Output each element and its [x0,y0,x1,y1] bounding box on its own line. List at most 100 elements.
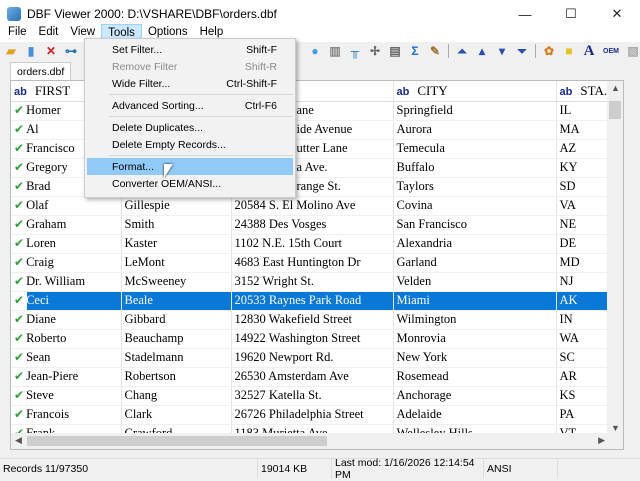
cell-city[interactable]: Wilmington [393,310,557,330]
clean-icon[interactable]: ✎ [428,44,442,58]
menu-item-set-filter[interactable]: Set Filter... Shift-F [87,41,293,58]
menu-item-wide-filter[interactable]: Wide Filter... Ctrl-Shift-F [87,75,293,92]
cell-city[interactable]: Monrovia [393,329,557,349]
cell-state[interactable]: KY [556,158,615,178]
cell-address[interactable]: 4683 East Huntington Dr [231,253,394,273]
menu-item-converter-oem-ansi[interactable]: Converter OEM/ANSI... [87,175,293,192]
table-row[interactable]: ✔ Graham Smith 24388 Des Vosges San Francisc… [11,215,615,235]
cell-address[interactable]: 32527 Katella St. [231,386,394,406]
color-icon[interactable]: ■ [562,44,576,58]
cell-last[interactable]: Robertson [121,367,232,387]
cell-last[interactable]: Gillespie [121,196,232,216]
table-row[interactable]: ✔ Sean Stadelmann 19620 Newport Rd. New York… [11,348,615,368]
cell-city[interactable]: Covina [393,196,557,216]
export-icon[interactable]: ▧ [626,44,640,58]
filter-icon[interactable]: ● [308,44,322,58]
table-row[interactable]: ✔ Diane Gibbard 12830 Wakefield Street Wilmi… [11,310,615,330]
cell-last[interactable]: Beale [121,291,232,311]
cell-first[interactable]: ✔ Dr. William [11,272,122,292]
cell-address[interactable]: 3152 Wright St. [231,272,394,292]
cell-first[interactable]: ✔ Olaf [11,196,122,216]
table-row[interactable]: ✔ Francois Clark 26726 Philadelphia Street A… [11,405,615,425]
cell-last[interactable]: Kaster [121,234,232,254]
table-row[interactable]: ✔ Dr. William McSweeney 3152 Wright St. Veld… [11,272,615,292]
cell-last[interactable]: Beauchamp [121,329,232,349]
open-icon[interactable]: ▰ [4,44,18,58]
cell-last[interactable]: LeMont [121,253,232,273]
cell-state[interactable]: AK [556,291,615,311]
cell-state[interactable]: WA [556,329,615,349]
cell-address[interactable]: 26726 Philadelphia Street [231,405,394,425]
font-icon[interactable]: A [582,43,596,59]
cell-state[interactable]: AZ [556,139,615,159]
last-record-icon[interactable]: ⏷ [515,44,529,58]
cell-state[interactable]: DE [556,234,615,254]
table-row[interactable]: ✔ Jean-Piere Robertson 26530 Amsterdam Ave R… [11,367,615,387]
cell-first[interactable]: ✔ Sean [11,348,122,368]
table-icon[interactable]: ▤ [388,44,402,58]
cell-last[interactable]: McSweeney [121,272,232,292]
cell-state[interactable]: NE [556,215,615,235]
cell-state[interactable]: SC [556,348,615,368]
col-city[interactable]: ab CITY [393,81,557,102]
table-row[interactable]: ✔ Steve Chang 32527 Katella St. Anchorage KS [11,386,615,406]
field-icon[interactable]: ▥ [328,44,342,58]
oem-icon[interactable]: OEM [602,44,620,58]
cell-state[interactable]: KS [556,386,615,406]
cell-city[interactable]: Aurora [393,120,557,140]
cell-city[interactable]: Temecula [393,139,557,159]
new-icon[interactable]: ▮ [24,44,38,58]
horizontal-scrollbar[interactable]: ◀ ▶ [11,433,623,449]
cell-last[interactable]: Gibbard [121,310,232,330]
cell-address[interactable]: 12830 Wakefield Street [231,310,394,330]
menu-item-delete-empty-records[interactable]: Delete Empty Records... [87,136,293,153]
cell-city[interactable]: Rosemead [393,367,557,387]
vertical-scrollbar[interactable]: ▲ ▼ [607,81,623,435]
cell-last[interactable]: Clark [121,405,232,425]
delete-icon[interactable]: ✕ [44,44,58,58]
pin-icon[interactable]: ✢ [368,44,382,58]
cell-city[interactable]: Garland [393,253,557,273]
cell-last[interactable]: Chang [121,386,232,406]
palette-icon[interactable]: ✿ [542,44,556,58]
cell-first[interactable]: ✔ Loren [11,234,122,254]
cell-address[interactable]: 14922 Washington Street [231,329,394,349]
cell-city[interactable]: Springfield [393,101,557,121]
cell-city[interactable]: Alexandria [393,234,557,254]
cell-city[interactable]: Taylors [393,177,557,197]
menu-item-advanced-sorting[interactable]: Advanced Sorting... Ctrl-F6 [87,97,293,114]
cell-city[interactable]: New York [393,348,557,368]
cell-state[interactable]: NJ [556,272,615,292]
cell-first[interactable]: ✔ Diane [11,310,122,330]
columns-icon[interactable]: ╥ [348,44,362,58]
menu-item-format[interactable]: Format... [87,158,293,175]
cell-state[interactable]: PA [556,405,615,425]
cell-first[interactable]: ✔ Francois [11,405,122,425]
cell-last[interactable]: Stadelmann [121,348,232,368]
cell-state[interactable]: IL [556,101,615,121]
menu-item-delete-duplicates[interactable]: Delete Duplicates... [87,119,293,136]
cell-first[interactable]: ✔ Steve [11,386,122,406]
first-record-icon[interactable]: ⏶ [455,44,469,58]
menu-file[interactable]: File [2,24,33,42]
table-row[interactable]: ✔ Roberto Beauchamp 14922 Washington Street… [11,329,615,349]
cell-first[interactable]: ✔ Ceci [11,291,122,311]
cell-state[interactable]: VA [556,196,615,216]
cell-state[interactable]: MD [556,253,615,273]
cell-state[interactable]: SD [556,177,615,197]
cell-address[interactable]: 24388 Des Vosges [231,215,394,235]
cell-address[interactable]: 19620 Newport Rd. [231,348,394,368]
cell-state[interactable]: IN [556,310,615,330]
cell-city[interactable]: Buffalo [393,158,557,178]
cell-state[interactable]: AR [556,367,615,387]
cell-city[interactable]: Adelaide [393,405,557,425]
table-row[interactable]: ✔ Loren Kaster 1102 N.E. 15th Court Alexandr… [11,234,615,254]
cell-first[interactable]: ✔ Roberto [11,329,122,349]
table-row[interactable]: ✔ Olaf Gillespie 20584 S. El Molino Ave Covi… [11,196,615,216]
table-row[interactable]: ✔ Craig LeMont 4683 East Huntington Dr Garla… [11,253,615,273]
cell-first[interactable]: ✔ Jean-Piere [11,367,122,387]
cell-address[interactable]: 20533 Raynes Park Road [231,291,394,311]
cell-city[interactable]: Anchorage [393,386,557,406]
col-state[interactable]: ab STA... [556,81,615,102]
cell-address[interactable]: 20584 S. El Molino Ave [231,196,394,216]
